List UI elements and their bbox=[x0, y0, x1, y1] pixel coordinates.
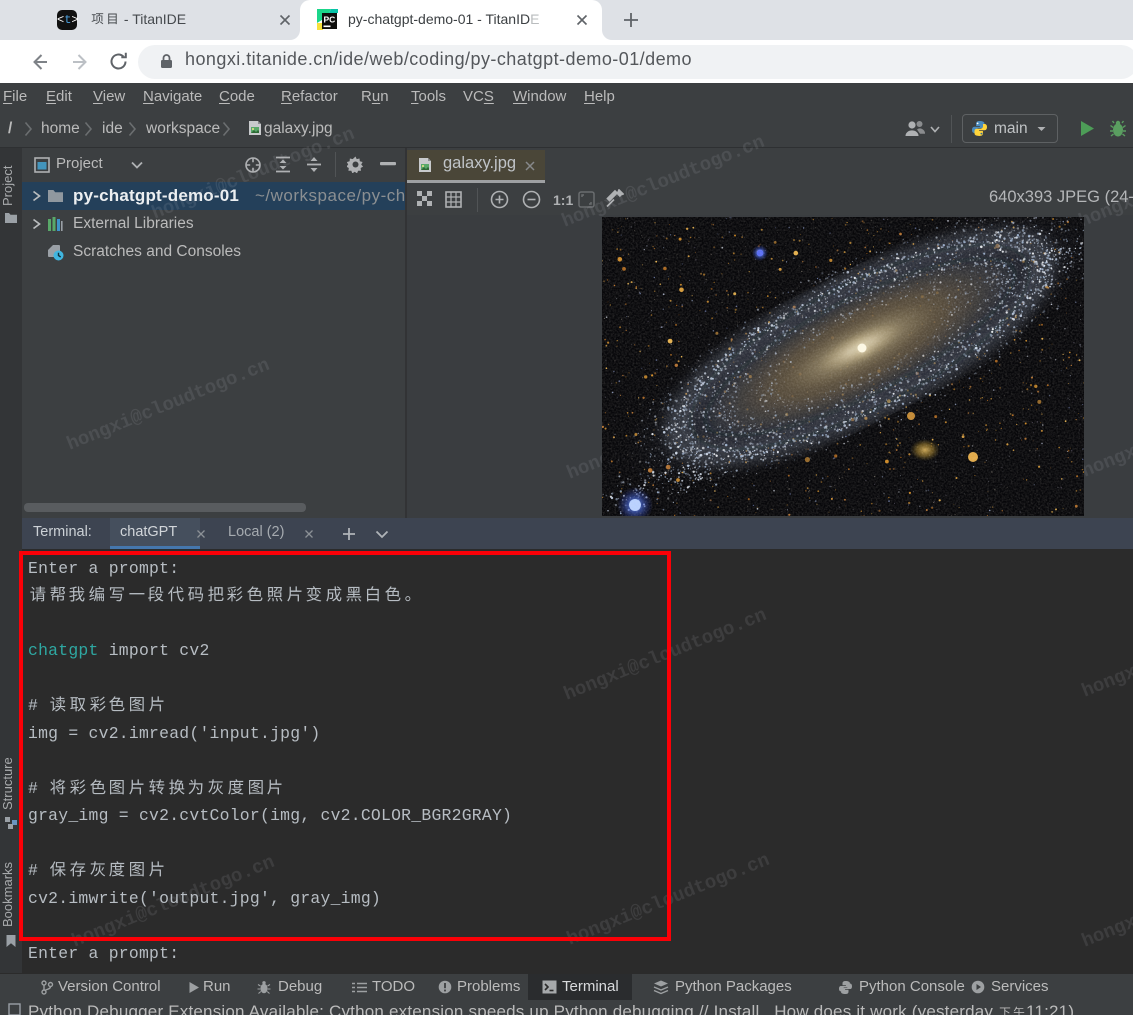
svg-text:PC: PC bbox=[324, 15, 336, 25]
